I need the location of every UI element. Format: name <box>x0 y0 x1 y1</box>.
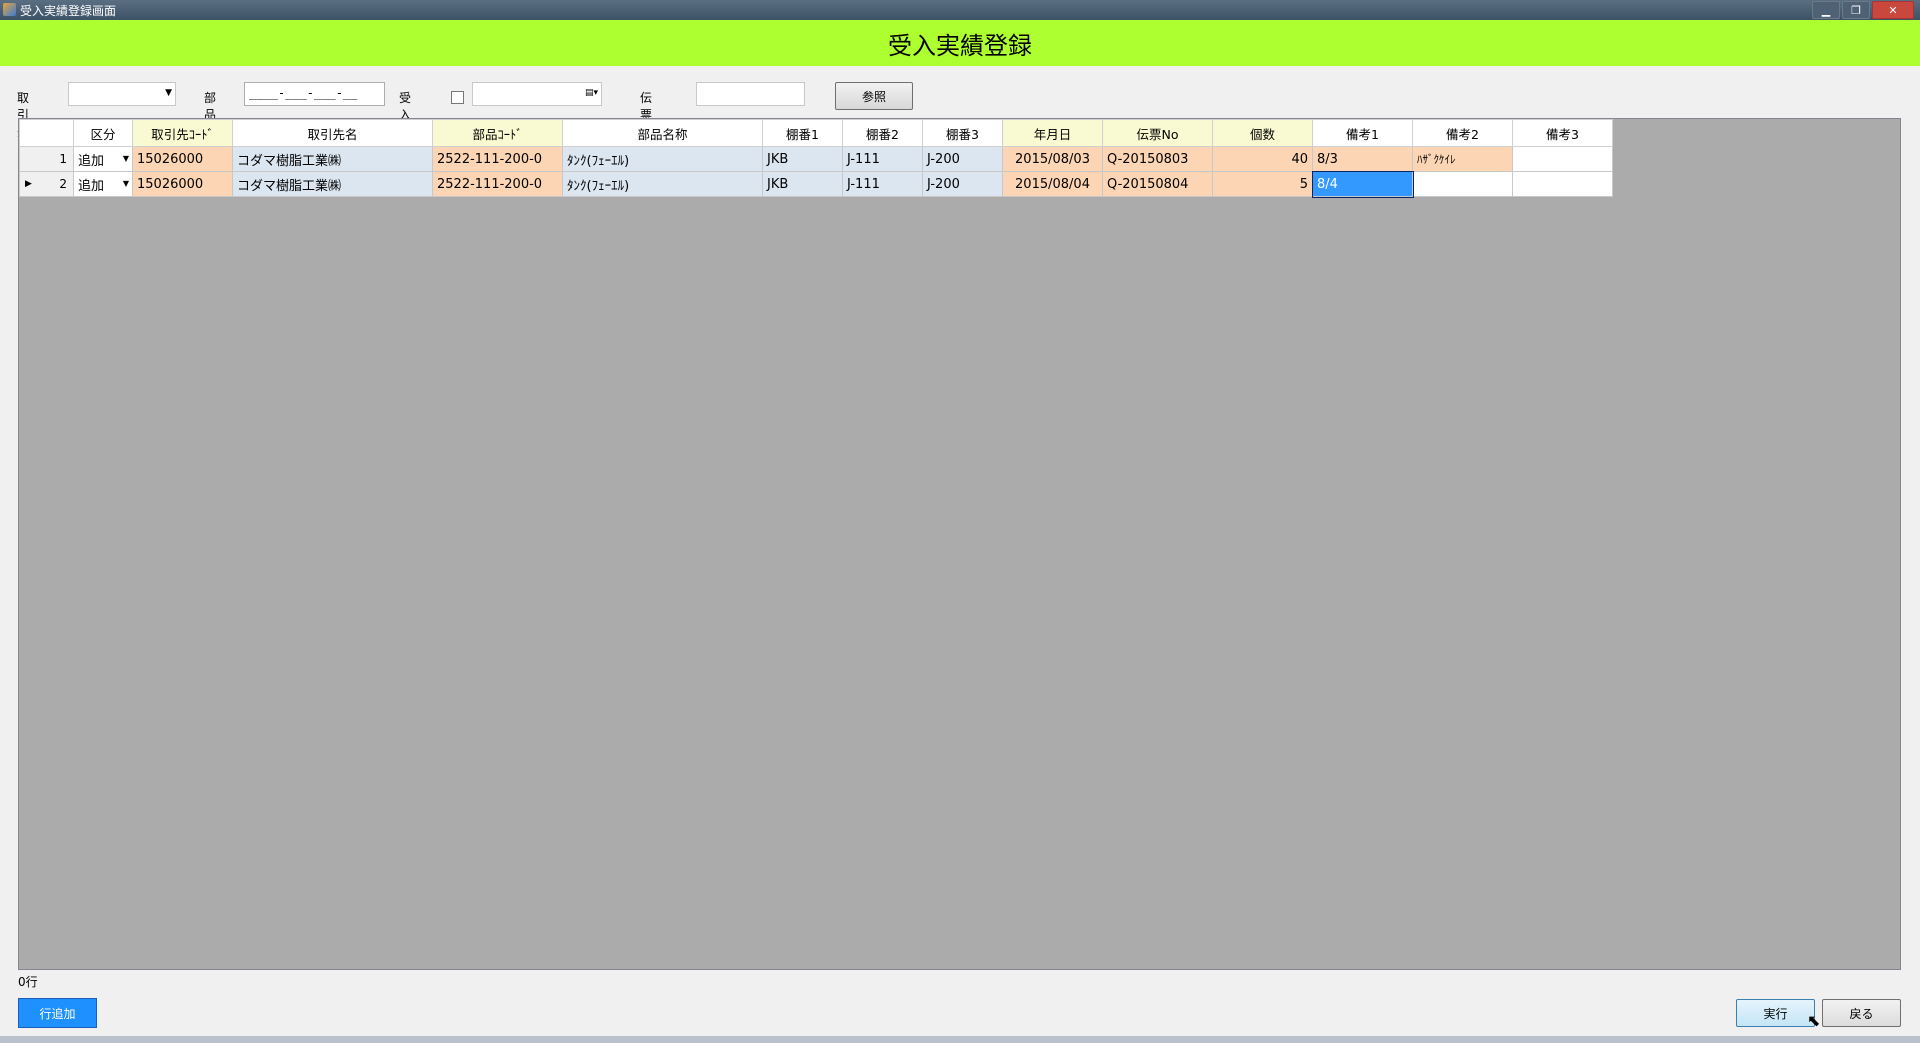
tana2-cell[interactable]: J-111 <box>842 171 923 197</box>
close-button[interactable]: ✕ <box>1872 1 1914 19</box>
col-header[interactable]: 棚番3 <box>922 119 1003 147</box>
receipt-grid[interactable]: 区分 取引先ｺｰﾄﾞ 取引先名 部品ｺｰﾄﾞ 部品名称 棚番1 棚番2 棚番3 … <box>18 118 1901 970</box>
note2-cell[interactable]: ﾊｻﾞｸｹｲﾚ <box>1412 146 1513 172</box>
col-header[interactable]: 部品名称 <box>562 119 763 147</box>
col-header[interactable]: 個数 <box>1212 119 1313 147</box>
qty-cell[interactable]: 5 <box>1212 171 1313 197</box>
tana2-cell[interactable]: J-111 <box>842 146 923 172</box>
table-row[interactable]: 1 追加 ▼ 15026000 コダマ樹脂工業㈱ 2522-111-200-0 ﾀ… <box>19 146 1613 172</box>
row-count-status: 0行 <box>18 972 1901 992</box>
supplier-code-cell[interactable]: 15026000 <box>132 146 233 172</box>
col-header[interactable]: 備考3 <box>1512 119 1613 147</box>
col-header[interactable]: 棚番2 <box>842 119 923 147</box>
part-name-cell[interactable]: ﾀﾝｸ(ﾌｪｰｴﾙ) <box>562 171 763 197</box>
chevron-down-icon: ▼ <box>165 88 172 98</box>
note2-cell[interactable] <box>1412 171 1513 197</box>
row-number[interactable]: 1 <box>19 146 74 172</box>
page-title: 受入実績登録 <box>888 31 1032 60</box>
note1-cell[interactable]: 8/4 <box>1311 170 1414 198</box>
corner-header[interactable] <box>19 119 74 147</box>
row-pointer-icon: ▶ <box>25 179 32 189</box>
receipt-table: 区分 取引先ｺｰﾄﾞ 取引先名 部品ｺｰﾄﾞ 部品名称 棚番1 棚番2 棚番3 … <box>19 119 1613 198</box>
supplier-name-cell[interactable]: コダマ樹脂工業㈱ <box>232 146 433 172</box>
maximize-button[interactable]: ❐ <box>1842 1 1870 19</box>
calendar-icon[interactable]: ▤▾ <box>585 88 598 98</box>
add-row-button[interactable]: 行追加 <box>18 998 97 1028</box>
back-button[interactable]: 戻る <box>1822 999 1901 1027</box>
app-icon <box>3 3 16 16</box>
col-header[interactable]: 備考2 <box>1412 119 1513 147</box>
part-name-cell[interactable]: ﾀﾝｸ(ﾌｪｰｴﾙ) <box>562 146 763 172</box>
page-header: 受入実績登録 <box>0 20 1920 66</box>
kubun-value: 追加 <box>78 178 105 194</box>
minimize-button[interactable]: ▁ <box>1812 1 1840 19</box>
slip-no-input[interactable] <box>696 82 805 106</box>
title-bar: 受入実績登録画面 ▁ ❐ ✕ <box>0 0 1920 20</box>
tana1-cell[interactable]: JKB <box>762 171 843 197</box>
supplier-code-cell[interactable]: 15026000 <box>132 171 233 197</box>
row-number-value: 2 <box>59 177 67 191</box>
kubun-cell[interactable]: 追加 ▼ <box>73 146 133 172</box>
note1-cell[interactable]: 8/3 <box>1312 146 1413 172</box>
slip-no-cell[interactable]: Q-20150803 <box>1102 146 1213 172</box>
col-header[interactable]: 伝票No <box>1102 119 1213 147</box>
kubun-cell[interactable]: 追加 ▼ <box>73 171 133 197</box>
window-title: 受入実績登録画面 <box>20 4 117 18</box>
row-number[interactable]: ▶ 2 <box>19 171 74 197</box>
part-code-input[interactable]: ____-___-___-__ <box>244 82 385 106</box>
date-cell[interactable]: 2015/08/04 <box>1002 171 1103 197</box>
execute-button[interactable]: 実行 <box>1736 999 1815 1027</box>
col-header[interactable]: 棚番1 <box>762 119 843 147</box>
tana1-cell[interactable]: JKB <box>762 146 843 172</box>
kubun-value: 追加 <box>78 153 105 169</box>
note3-cell[interactable] <box>1512 171 1613 197</box>
col-header[interactable]: 区分 <box>73 119 133 147</box>
col-header[interactable]: 部品ｺｰﾄﾞ <box>432 119 563 147</box>
supplier-name-cell[interactable]: コダマ樹脂工業㈱ <box>232 171 433 197</box>
note3-cell[interactable] <box>1512 146 1613 172</box>
receive-date-picker[interactable]: ▤▾ <box>472 82 602 106</box>
part-code-cell[interactable]: 2522-111-200-0 <box>432 171 563 197</box>
table-row[interactable]: ▶ 2 追加 ▼ 15026000 コダマ樹脂工業㈱ 2522-111-200-0 … <box>19 170 1613 198</box>
reference-button[interactable]: 参照 <box>835 82 913 110</box>
chevron-down-icon[interactable]: ▼ <box>123 179 129 188</box>
header-row: 区分 取引先ｺｰﾄﾞ 取引先名 部品ｺｰﾄﾞ 部品名称 棚番1 棚番2 棚番3 … <box>19 119 1613 147</box>
mouse-cursor-icon: ⬉ <box>1807 1011 1821 1030</box>
qty-cell[interactable]: 40 <box>1212 146 1313 172</box>
date-cell[interactable]: 2015/08/03 <box>1002 146 1103 172</box>
supplier-combo[interactable]: ▼ <box>68 82 176 106</box>
receive-date-checkbox[interactable] <box>451 91 464 104</box>
tana3-cell[interactable]: J-200 <box>922 171 1003 197</box>
tana3-cell[interactable]: J-200 <box>922 146 1003 172</box>
col-header[interactable]: 取引先名 <box>232 119 433 147</box>
col-header[interactable]: 年月日 <box>1002 119 1103 147</box>
slip-no-cell[interactable]: Q-20150804 <box>1102 171 1213 197</box>
col-header[interactable]: 取引先ｺｰﾄﾞ <box>132 119 233 147</box>
chevron-down-icon[interactable]: ▼ <box>123 154 129 163</box>
taskbar <box>0 1036 1920 1043</box>
col-header[interactable]: 備考1 <box>1312 119 1413 147</box>
part-code-cell[interactable]: 2522-111-200-0 <box>432 146 563 172</box>
